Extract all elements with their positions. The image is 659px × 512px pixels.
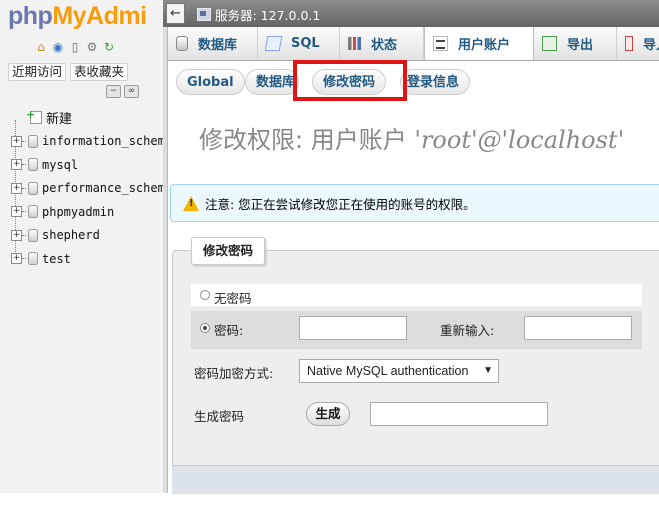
page-title: 修改权限: 用户账户 'root'@'localhost' <box>199 120 624 155</box>
favorite-tables-link[interactable]: 表收藏夹 <box>70 63 129 81</box>
subtab-login-info[interactable]: 登录信息 <box>400 69 471 95</box>
nav-icon-bar: ⌂ ◉ ▯ ⚙ ↻ <box>34 40 116 54</box>
page-title-prefix: 修改权限: 用户账户 <box>199 126 415 154</box>
database-icon <box>28 134 38 148</box>
database-icon <box>28 228 38 242</box>
tab-label: 数据库 <box>198 38 238 53</box>
notice-box: 注意: 您正在尝试修改您正在使用的账号的权限。 <box>170 184 659 222</box>
tab-sql[interactable]: SQL <box>258 27 340 60</box>
tab-label: 用户账户 <box>458 38 511 53</box>
server-breadcrumb-bar: ← 服务器: 127.0.0.1 <box>163 0 659 27</box>
generated-password-input[interactable] <box>370 402 548 426</box>
no-password-label[interactable]: 无密码 <box>214 288 252 307</box>
expand-icon[interactable]: + <box>11 253 22 265</box>
database-icon <box>28 158 38 172</box>
password-input[interactable] <box>299 316 407 340</box>
tab-status[interactable]: 状态 <box>340 27 424 60</box>
tab-databases[interactable]: 数据库 <box>168 27 258 60</box>
tab-label: 状态 <box>371 38 398 53</box>
generate-password-label: 生成密码 <box>194 409 245 424</box>
home-icon[interactable]: ⌂ <box>34 40 48 54</box>
new-database-icon <box>26 108 42 125</box>
expand-icon[interactable]: + <box>11 159 22 171</box>
hashing-method-value: Native MySQL authentication <box>307 364 469 378</box>
tab-user-accounts[interactable]: 用户账户 <box>424 27 534 60</box>
tab-label: 导出 <box>567 38 594 53</box>
link-with-main-icon[interactable]: ∞ <box>124 85 139 98</box>
import-icon <box>625 36 633 51</box>
tree-item-new[interactable]: 新建 <box>8 106 163 130</box>
subtab-global[interactable]: Global <box>176 69 245 95</box>
docs-icon[interactable]: ▯ <box>68 40 82 54</box>
new-database-label: 新建 <box>46 112 73 128</box>
database-icon <box>28 252 38 266</box>
no-password-radio[interactable] <box>200 290 210 300</box>
tab-import[interactable]: 导入 <box>617 27 659 60</box>
tree-controls: − ∞ <box>106 85 139 98</box>
generate-button[interactable]: 生成 <box>306 402 350 426</box>
logout-icon[interactable]: ◉ <box>51 40 65 54</box>
database-name[interactable]: information_schema <box>42 134 163 148</box>
phpmyadmin-logo[interactable]: phpMyAdmi <box>8 2 147 31</box>
database-name[interactable]: mysql <box>42 158 78 172</box>
reenter-password-input[interactable] <box>524 316 632 340</box>
sql-icon <box>264 36 283 51</box>
server-label-text: 服务器: 127.0.0.1 <box>215 8 321 23</box>
settings-gear-icon[interactable]: ⚙ <box>85 40 99 54</box>
tab-export[interactable]: 导出 <box>534 27 617 60</box>
notice-text: 注意: 您正在尝试修改您正在使用的账号的权限。 <box>205 196 476 212</box>
dropdown-arrow-icon: ▼ <box>483 365 493 376</box>
database-name[interactable]: shepherd <box>42 228 100 242</box>
database-name[interactable]: test <box>42 252 71 266</box>
tree-item-database[interactable]: + performance_schema <box>8 177 163 201</box>
tree-item-database[interactable]: + shepherd <box>8 224 163 248</box>
hashing-method-select[interactable]: Native MySQL authentication ▼ <box>299 359 499 383</box>
no-password-row <box>191 284 642 306</box>
database-icon <box>28 181 38 195</box>
password-radio[interactable] <box>200 323 210 333</box>
expand-icon[interactable]: + <box>11 135 22 147</box>
nav-links: 近期访问 表收藏夹 <box>8 63 129 81</box>
tab-label: SQL <box>291 36 320 51</box>
navigation-panel: phpMyAdmi ⌂ ◉ ▯ ⚙ ↻ 近期访问 表收藏夹 − ∞ 新建 + i… <box>0 0 164 493</box>
tree-item-database[interactable]: + phpmyadmin <box>8 200 163 224</box>
panel-splitter[interactable] <box>163 0 168 493</box>
collapse-nav-arrow-icon[interactable]: ← <box>166 3 185 24</box>
collapse-all-icon[interactable]: − <box>106 85 121 98</box>
user-accounts-icon <box>433 36 448 51</box>
password-label[interactable]: 密码: <box>214 320 243 339</box>
expand-icon[interactable]: + <box>11 229 22 241</box>
reload-icon[interactable]: ↻ <box>102 40 116 54</box>
database-icon <box>176 36 188 51</box>
tab-label: 导入 <box>642 38 659 53</box>
reenter-label: 重新输入: <box>440 323 495 338</box>
fieldset-legend: 修改密码 <box>191 237 266 265</box>
expand-icon[interactable]: + <box>11 206 22 218</box>
tree-item-database[interactable]: + test <box>8 247 163 271</box>
server-breadcrumb[interactable]: 服务器: 127.0.0.1 <box>197 5 320 24</box>
hashing-label: 密码加密方式: <box>194 366 274 381</box>
recent-tables-link[interactable]: 近期访问 <box>8 63 67 81</box>
page-title-account: 'root'@'localhost' <box>414 126 625 154</box>
subtab-database[interactable]: 数据库 <box>245 69 299 95</box>
status-chart-icon <box>348 37 361 50</box>
logo-text-myadmin: MyAdmi <box>52 2 147 30</box>
subtab-change-password[interactable]: 修改密码 <box>312 69 387 95</box>
expand-icon[interactable]: + <box>11 182 22 194</box>
database-icon <box>28 205 38 219</box>
database-name[interactable]: phpmyadmin <box>42 205 114 219</box>
fieldset-footer <box>172 465 659 494</box>
database-tree: 新建 + information_schema + mysql + perfor… <box>8 106 163 271</box>
warning-icon <box>183 195 199 211</box>
main-menu: 数据库 SQL 状态 用户账户 导出 导入 <box>168 27 659 61</box>
logo-text-php: php <box>8 2 53 30</box>
server-icon <box>197 8 211 21</box>
database-name[interactable]: performance_schema <box>42 181 163 195</box>
tree-item-database[interactable]: + mysql <box>8 153 163 177</box>
export-icon <box>542 36 557 51</box>
tree-item-database[interactable]: + information_schema <box>8 130 163 154</box>
